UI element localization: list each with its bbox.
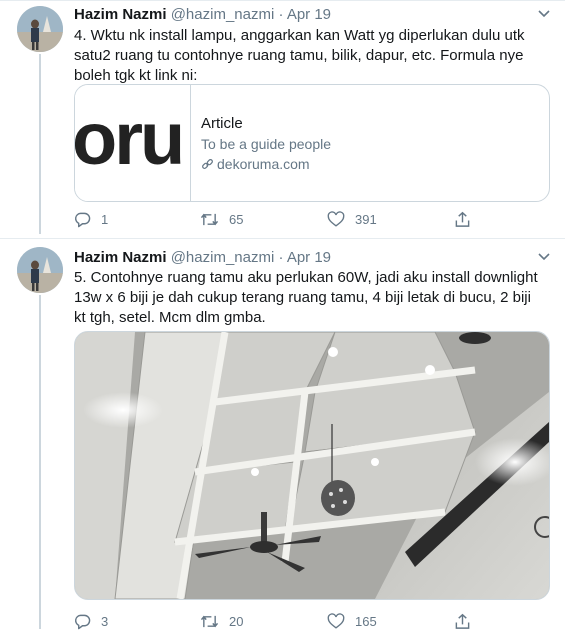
share-button[interactable] (454, 208, 481, 230)
author-name[interactable]: Hazim Nazmi (74, 6, 167, 23)
like-icon (327, 612, 345, 629)
thread-line (39, 295, 41, 629)
author-name[interactable]: Hazim Nazmi (74, 249, 167, 266)
card-url: dekoruma.com (201, 156, 310, 172)
share-icon (455, 211, 470, 227)
tweet-header: Hazim Nazmi @hazim_nazmi · Apr 19 (74, 249, 331, 266)
like-count: 391 (355, 211, 377, 227)
retweet-button[interactable]: 65 (200, 208, 243, 230)
reply-count: 3 (101, 613, 109, 629)
tweet-date[interactable]: Apr 19 (287, 249, 331, 266)
dot-separator: · (278, 6, 284, 23)
chevron-down-icon[interactable] (536, 6, 552, 22)
author-handle[interactable]: @hazim_nazmi (171, 249, 275, 266)
ceiling-photo (75, 332, 549, 599)
reply-count: 1 (101, 211, 109, 227)
link-card[interactable]: oru Article To be a guide people dekorum… (74, 84, 550, 202)
retweet-icon (200, 615, 219, 627)
tweet-actions: 1 65 391 (74, 208, 494, 230)
reply-icon (75, 614, 91, 629)
avatar[interactable] (17, 247, 63, 293)
tweet-date[interactable]: Apr 19 (287, 6, 331, 23)
share-icon (455, 613, 470, 629)
tweet-header: Hazim Nazmi @hazim_nazmi · Apr 19 (74, 6, 331, 23)
avatar[interactable] (17, 6, 63, 52)
card-thumbnail: oru (75, 85, 191, 201)
author-handle[interactable]: @hazim_nazmi (171, 6, 275, 23)
tweet-text: 5. Contohnye ruang tamu aku perlukan 60W… (74, 269, 538, 326)
retweet-count: 20 (229, 613, 244, 629)
link-icon (202, 159, 213, 170)
reply-icon (75, 212, 91, 227)
tweet-photo[interactable] (74, 331, 550, 600)
card-title: Article (201, 115, 243, 132)
card-logo-text: oru (75, 97, 185, 180)
retweet-icon (200, 213, 219, 225)
dot-separator: · (278, 249, 284, 266)
card-description: To be a guide people (201, 136, 331, 152)
retweet-count: 65 (229, 211, 244, 227)
tweet-text: 4. Wktu nk install lampu, anggarkan kan … (74, 27, 525, 84)
like-button[interactable]: 391 (327, 208, 377, 230)
tweet-4[interactable]: Hazim Nazmi @hazim_nazmi · Apr 19 4. Wkt… (0, 0, 565, 236)
like-count: 165 (355, 613, 377, 629)
like-icon (327, 210, 345, 227)
thread-line (39, 54, 41, 234)
chevron-down-icon[interactable] (536, 249, 552, 265)
reply-button[interactable]: 1 (74, 208, 108, 230)
card-domain: dekoruma.com (217, 156, 310, 172)
